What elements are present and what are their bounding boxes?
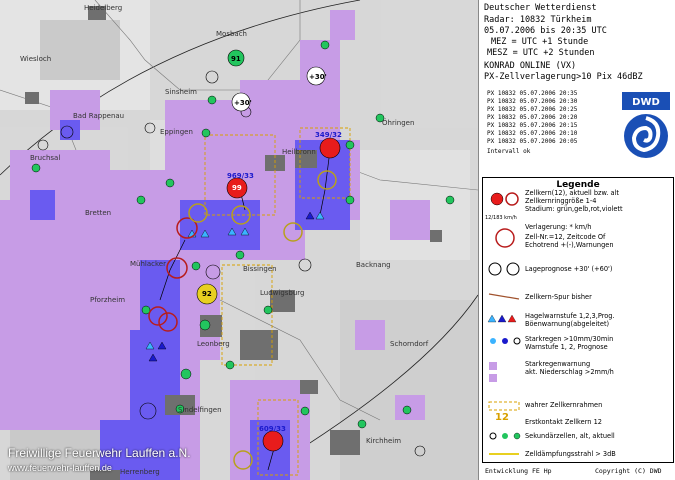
legend-secondary: Sekundärzellen, alt, aktuell <box>525 432 615 440</box>
cell-label-91[interactable]: 91 <box>231 55 241 63</box>
dwd-radar-product: 91 +30' 349/32 969/33 +30' 92 609/33 99 … <box>0 0 675 480</box>
watermark-url[interactable]: www.feuerwehr-lauffen.de <box>8 463 112 473</box>
place-backnang: Backnang <box>356 261 391 269</box>
place-mosbach: Mosbach <box>216 30 247 38</box>
place-bruchsal: Bruchsal <box>30 154 61 162</box>
px-list-item: PX 10832 05.07.2006 20:05 <box>487 138 578 145</box>
watermark-title: Freiwillige Feuerwehr Lauffen a.N. <box>8 446 191 460</box>
legend-rain-warning: Starkregenwarnung akt. Niederschlag >2mm… <box>525 360 614 376</box>
header-mez: MEZ = UTC +1 Stunde <box>491 37 589 47</box>
px-list-item: PX 10832 05.07.2006 20:10 <box>487 130 578 137</box>
place-bissingen: Bissingen <box>243 265 277 273</box>
info-panel: Deutscher Wetterdienst Radar: 10832 Türk… <box>478 0 675 480</box>
place-schorndorf: Schorndorf <box>390 340 429 348</box>
cell-label-969[interactable]: 969/33 <box>227 172 254 180</box>
legend-speed-sample: 12/183 km/h <box>485 215 517 221</box>
cell-label-349[interactable]: 349/32 <box>315 131 342 139</box>
place-leonberg: Leonberg <box>197 340 230 348</box>
px-list-item: PX 10832 05.07.2006 20:25 <box>487 106 578 113</box>
header-title: Deutscher Wetterdienst <box>484 3 597 13</box>
place-eppingen: Eppingen <box>160 128 193 136</box>
radar-map-graphics <box>0 0 478 480</box>
cell-label-99[interactable]: 99 <box>232 184 242 192</box>
place-heidelberg: Heidelberg <box>84 4 123 12</box>
place-muehlacker: Mühlacker <box>130 260 166 268</box>
dwd-logo: DWD <box>620 92 672 162</box>
legend-prognosis: Lageprognose +30' (+60') <box>525 265 613 273</box>
legend-first-contact-num: 12 <box>495 412 509 423</box>
cell-label-609[interactable]: 609/33 <box>259 425 286 433</box>
legend-track: Zellkern-Spur bisher <box>525 293 592 301</box>
place-oehringen: Öhringen <box>382 119 415 127</box>
place-sindelfingen: Sindelfingen <box>178 406 222 414</box>
px-list-item: PX 10832 05.07.2006 20:15 <box>487 122 578 129</box>
legend-cell-core: Zellkern(12), aktuell bzw. alt Zellkernr… <box>525 189 623 213</box>
legend-frame: wahrer Zellkernrahmen <box>525 401 603 409</box>
legend-heavy-rain: Starkregen >10mm/30min Warnstufe 1, 2, P… <box>525 335 614 351</box>
legend-first-contact: Erstkontakt Zellkern 12 <box>525 418 602 426</box>
header-product: KONRAD ONLINE (VX) <box>484 61 577 71</box>
interval-status: Intervall ok <box>487 148 531 155</box>
legend-hail: Hagelwarnstufe 1,2,3,Prog. Böenwarnung(a… <box>525 312 615 328</box>
px-list-item: PX 10832 05.07.2006 20:20 <box>487 114 578 121</box>
legend-box: Legende Zellkern(12), aktuell bzw. alt Z… <box>482 177 674 463</box>
legend-damping: Zelldämpfungsstrahl > 3dB <box>525 450 616 458</box>
place-pforzheim: Pforzheim <box>90 296 126 304</box>
place-bretten: Bretten <box>85 209 112 217</box>
header-shift: PX-Zellverlagerung>10 Pix 46dBZ <box>484 72 643 82</box>
header-time: 05.07.2006 bis 20:35 UTC <box>484 26 607 36</box>
place-bad-rappenau: Bad Rappenau <box>73 112 125 120</box>
prognosis-label: +30' <box>309 73 327 81</box>
place-kirchheim: Kirchheim <box>366 437 402 445</box>
prognosis-label: +30' <box>234 99 252 107</box>
px-list-item: PX 10832 05.07.2006 20:35 <box>487 90 578 97</box>
place-wiesloch: Wiesloch <box>20 55 52 63</box>
dwd-logo-text: DWD <box>632 97 660 108</box>
place-herrenberg: Herrenberg <box>120 468 160 476</box>
header-mesz: MESZ = UTC +2 Stunden <box>487 48 595 58</box>
place-ludwigsburg: Ludwigsburg <box>260 289 305 297</box>
cell-label-92[interactable]: 92 <box>202 290 212 298</box>
header-radar: Radar: 10832 Türkheim <box>484 15 592 25</box>
place-heilbronn: Heilbronn <box>282 148 316 156</box>
legend-cell-nr: Zell-Nr.=12, Zeitcode Of Echotrend +(-),… <box>525 233 614 249</box>
footer-left: Entwicklung FE Hp <box>485 467 552 475</box>
px-list-item: PX 10832 05.07.2006 20:30 <box>487 98 578 105</box>
radar-map[interactable]: 91 +30' 349/32 969/33 +30' 92 609/33 99 … <box>0 0 478 480</box>
place-sinsheim: Sinsheim <box>165 88 197 96</box>
footer-right: Copyright (C) DWD <box>595 467 662 475</box>
legend-shift: Verlagerung: * km/h <box>525 223 592 231</box>
